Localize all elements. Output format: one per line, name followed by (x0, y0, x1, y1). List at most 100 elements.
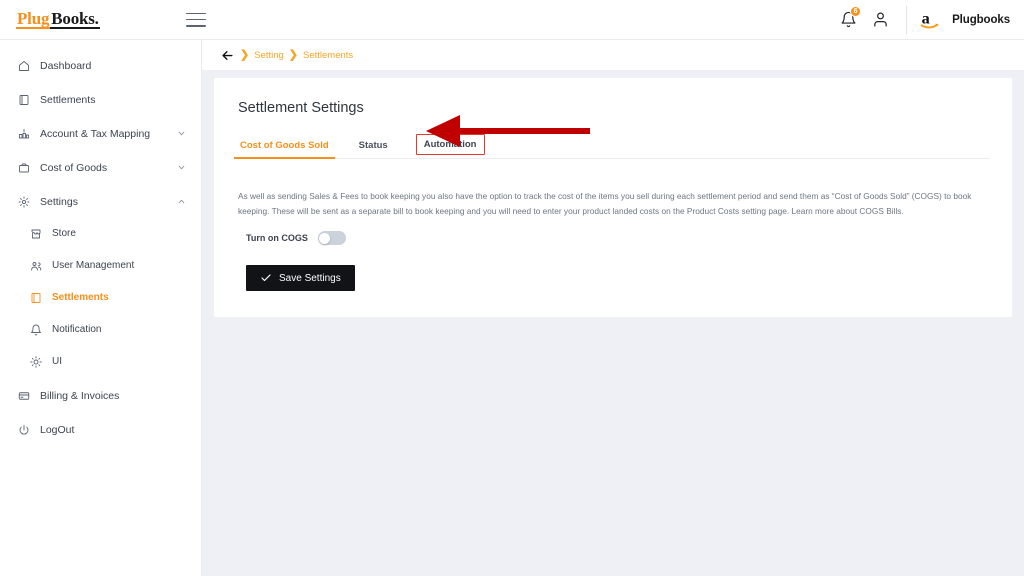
bar-chart-icon-wrap (18, 128, 34, 140)
notification-button[interactable]: 6 (832, 4, 864, 36)
sun-icon-wrap (30, 355, 46, 368)
store-icon-wrap (30, 228, 46, 240)
top-bar-actions: 6 a Plugbooks (832, 0, 1024, 39)
page-title: Settlement Settings (238, 100, 364, 116)
chevron-up-icon (178, 199, 185, 204)
body-wrapper: Dashboard Settlements Account & Tax Mappin… (0, 40, 1024, 576)
sidebar-item-user-management[interactable]: User Management (0, 252, 201, 279)
sidebar-item-logout[interactable]: LogOut (0, 416, 201, 443)
users-icon (31, 261, 42, 270)
back-arrow-icon[interactable] (220, 48, 235, 63)
breadcrumb-item-settlements[interactable]: Settlements (303, 50, 353, 61)
cogs-toggle-label: Turn on COGS (246, 233, 308, 244)
card-icon (18, 391, 30, 400)
book-icon-wrap (18, 94, 34, 106)
breadcrumb-separator: ❯ (288, 48, 299, 61)
gear-icon-wrap (18, 196, 34, 208)
sidebar-item-label: Dashboard (40, 59, 92, 72)
back-arrow-glyph (222, 50, 233, 60)
bell-icon-wrap (30, 324, 46, 336)
amazon-logo-glyph: a (920, 8, 939, 28)
breadcrumb: ❯ Setting ❯ Settlements (202, 40, 1024, 70)
briefcase-icon (19, 163, 29, 172)
marketplace-label: Plugbooks (952, 13, 1010, 26)
store-icon (31, 229, 41, 238)
sidebar-item-store[interactable]: Store (0, 220, 201, 247)
book-icon-wrap (30, 292, 46, 304)
save-settings-label: Save Settings (279, 272, 341, 284)
brand-zone: Plug Books. (0, 10, 202, 29)
notification-badge: 6 (850, 5, 862, 17)
sidebar-item-ui[interactable]: UI (0, 348, 201, 375)
chevron-down-icon (178, 165, 185, 170)
sidebar-item-chevron[interactable] (176, 128, 187, 139)
breadcrumb-separator: ❯ (240, 48, 250, 61)
sidebar-item-label: LogOut (40, 423, 75, 436)
header-divider (906, 5, 908, 34)
toggle-knob (319, 232, 331, 244)
home-icon (19, 60, 29, 71)
bell-icon (31, 324, 41, 335)
briefcase-icon-wrap (18, 162, 34, 174)
sidebar-item-chevron[interactable] (176, 162, 187, 173)
sidebar-item-label: Notification (52, 324, 102, 335)
sidebar-item-notification[interactable]: Notification (0, 316, 201, 343)
sidebar-item-label: Billing & Invoices (40, 389, 120, 402)
hamburger-bar (186, 24, 206, 27)
power-icon (19, 424, 29, 434)
sidebar-item-account-tax-mapping[interactable]: Account & Tax Mapping (0, 120, 201, 147)
account-button[interactable] (864, 4, 896, 36)
tab-bar: Cost of Goods Sold Status Automation (234, 134, 990, 159)
power-icon-wrap (18, 424, 34, 436)
sidebar-item-label: Settlements (40, 93, 96, 106)
cogs-toggle-row: Turn on COGS (238, 231, 990, 246)
card-icon-wrap (18, 390, 34, 402)
tab-status[interactable]: Status (357, 136, 390, 158)
sidebar-item-label: Settings (40, 195, 78, 208)
main-content: ❯ Setting ❯ Settlements Settlement Setti… (202, 40, 1024, 576)
bar-chart-icon (19, 128, 29, 138)
sidebar-item-settings[interactable]: Settings (0, 188, 201, 215)
person-icon (873, 12, 887, 27)
sidebar-item-chevron[interactable] (176, 196, 187, 207)
book-icon (19, 94, 29, 105)
tab-automation[interactable]: Automation (415, 134, 485, 155)
sidebar-item-settlements[interactable]: Settlements (0, 86, 201, 113)
breadcrumb-item-setting[interactable]: Setting (254, 50, 284, 61)
sidebar-item-label: Settlements (52, 292, 109, 303)
home-icon-wrap (18, 60, 34, 72)
app-logo[interactable]: Plug Books. (16, 10, 100, 29)
sidebar-item-label: User Management (52, 260, 135, 271)
hamburger-bar (186, 12, 206, 15)
sidebar-item-dashboard[interactable]: Dashboard (0, 52, 201, 79)
cogs-description: As well as sending Sales & Fees to book … (238, 191, 972, 216)
gear-icon (18, 196, 30, 207)
logo-plug-text: Plug (16, 9, 51, 29)
sidebar-item-billing-invoices[interactable]: Billing & Invoices (0, 382, 201, 409)
check-icon (261, 274, 271, 282)
card-area: Settlement Settings Cost of Goods Sold St… (202, 70, 1024, 318)
sidebar-item-cost-of-goods[interactable]: Cost of Goods (0, 154, 201, 181)
marketplace-indicator[interactable]: a Plugbooks (919, 8, 1010, 32)
svg-text:a: a (922, 8, 930, 27)
sidebar-item-label: Account & Tax Mapping (40, 127, 151, 140)
book-icon (31, 292, 41, 303)
users-icon-wrap (30, 260, 46, 272)
chevron-down-icon (178, 131, 185, 136)
amazon-logo: a (919, 8, 943, 32)
sidebar-item-settlements[interactable]: Settlements (0, 284, 201, 311)
sidebar: Dashboard Settlements Account & Tax Mappin… (0, 40, 202, 576)
logo-books-text: Books. (50, 9, 100, 29)
sidebar-item-label: Cost of Goods (40, 161, 108, 174)
sidebar-item-label: UI (52, 356, 62, 367)
cogs-toggle-switch[interactable] (317, 231, 346, 246)
tab-cost-of-goods-sold[interactable]: Cost of Goods Sold (234, 136, 335, 159)
sun-icon (30, 355, 42, 368)
sidebar-item-label: Store (52, 228, 76, 239)
save-settings-button[interactable]: Save Settings (246, 265, 355, 292)
hamburger-icon[interactable] (186, 12, 206, 27)
top-bar: Plug Books. 6 a Plugbooks (0, 0, 1024, 40)
app-root: Plug Books. 6 a Plugbooks Dashboard Sett… (0, 0, 1024, 576)
settlement-settings-card: Settlement Settings Cost of Goods Sold St… (214, 78, 1012, 318)
hamburger-bar (186, 18, 206, 21)
